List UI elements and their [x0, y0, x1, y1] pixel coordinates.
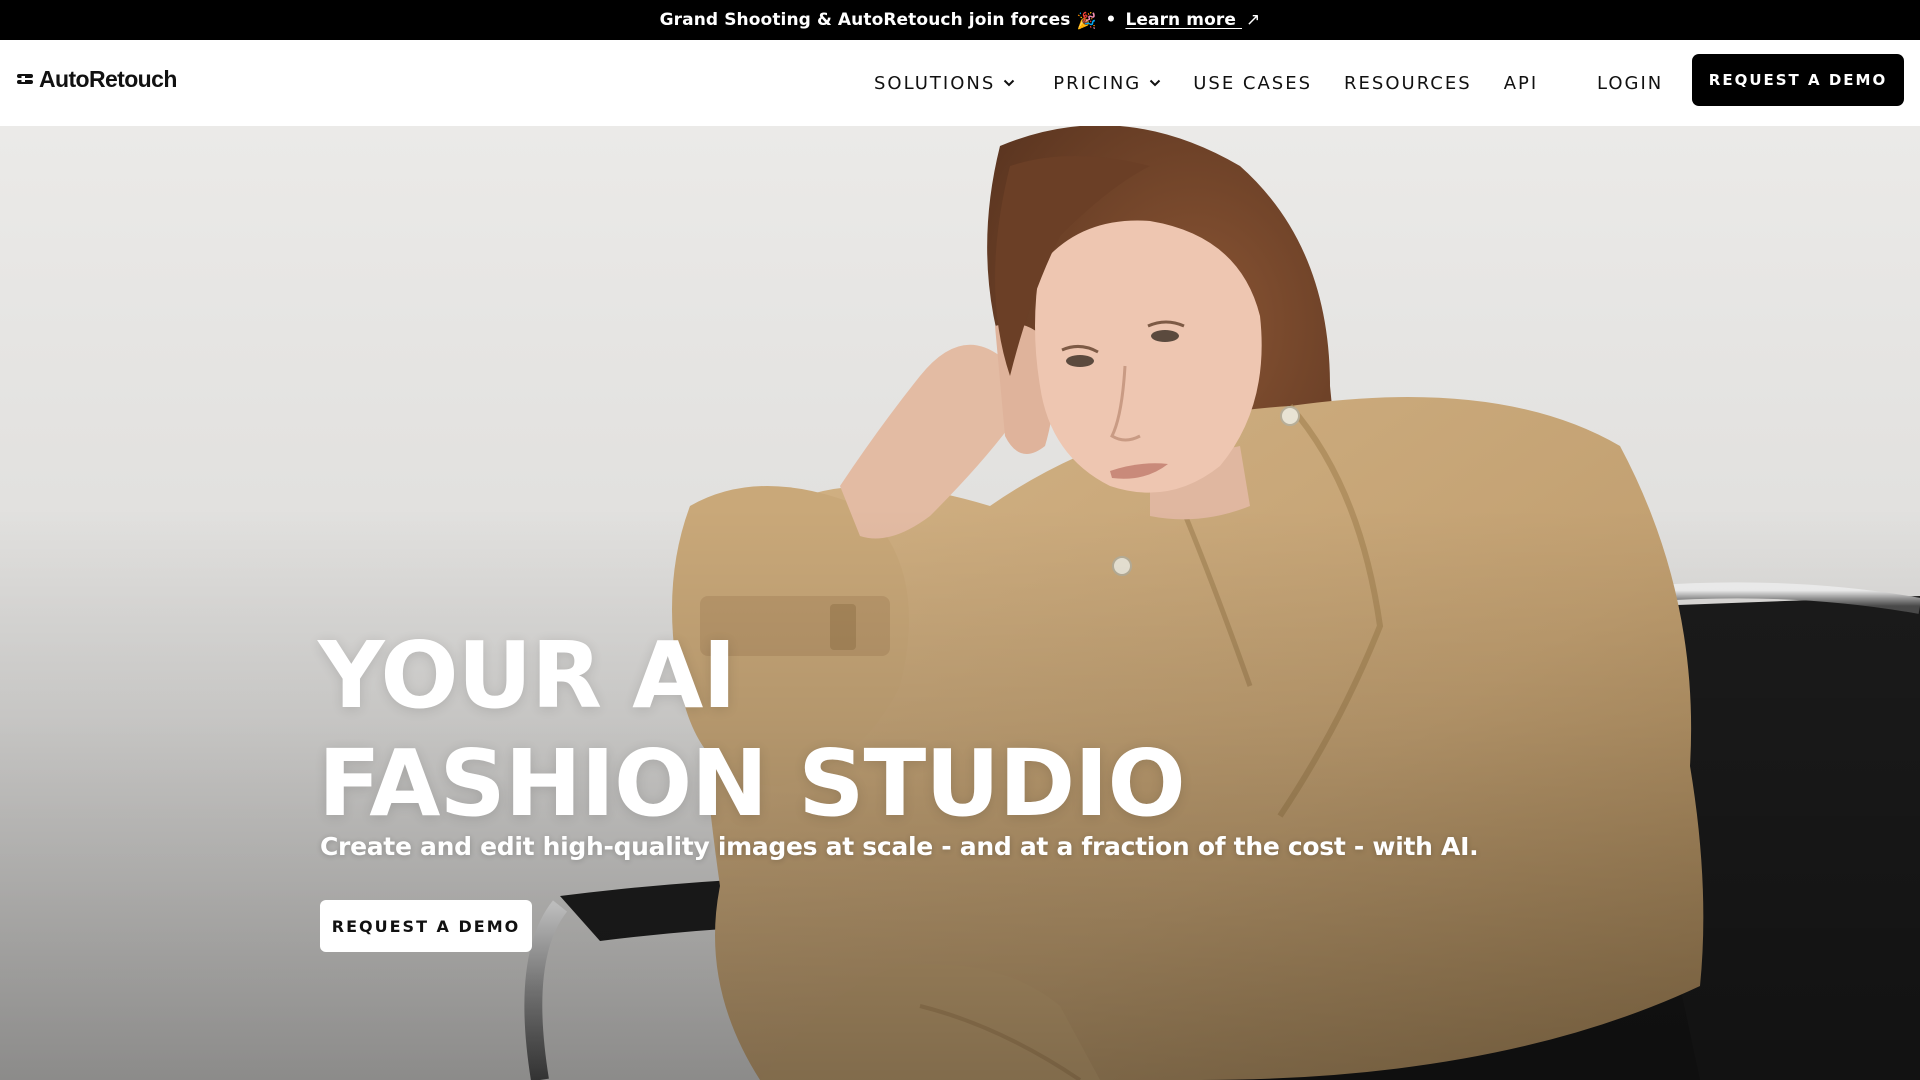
- hero-title-line-1: YOUR AI: [318, 622, 737, 729]
- login-link[interactable]: LOGIN: [1597, 40, 1663, 126]
- external-arrow-icon: ↗: [1246, 10, 1261, 30]
- chevron-down-icon: [1004, 79, 1015, 87]
- request-demo-button[interactable]: REQUEST A DEMO: [1692, 54, 1904, 106]
- nav-use-cases[interactable]: USE CASES: [1193, 73, 1312, 94]
- nav-solutions-label: SOLUTIONS: [874, 72, 996, 94]
- announcement-text: Grand Shooting & AutoRetouch join forces: [659, 10, 1071, 30]
- nav-pricing-label: PRICING: [1053, 72, 1142, 94]
- hero-request-demo-button[interactable]: REQUEST A DEMO: [320, 900, 532, 952]
- site-header: AutoRetouch SOLUTIONS PRICING USE CASES …: [0, 40, 1920, 126]
- hero-subtitle: Create and edit high-quality images at s…: [320, 832, 1479, 861]
- logo-link[interactable]: AutoRetouch: [16, 66, 177, 93]
- chevron-down-icon: [1150, 79, 1161, 87]
- announcement-bar: Grand Shooting & AutoRetouch join forces…: [0, 0, 1920, 40]
- logo-text: AutoRetouch: [39, 66, 177, 92]
- hero-title: YOUR AI FASHION STUDIO: [318, 622, 1186, 838]
- fashion-model-photo: [0, 126, 1920, 1080]
- party-popper-icon: 🎉: [1076, 10, 1097, 30]
- nav-resources[interactable]: RESOURCES: [1344, 73, 1472, 94]
- main-nav: SOLUTIONS PRICING USE CASES RESOURCES AP…: [874, 40, 1538, 126]
- learn-more-link[interactable]: Learn more ↗: [1125, 10, 1260, 30]
- hero-title-line-2: FASHION STUDIO: [318, 730, 1186, 837]
- hero-section: YOUR AI FASHION STUDIO Create and edit h…: [0, 126, 1920, 1080]
- nav-pricing[interactable]: PRICING: [1053, 73, 1161, 94]
- autoretouch-logo-icon: [17, 73, 33, 84]
- announcement-separator: •: [1105, 10, 1117, 30]
- nav-solutions[interactable]: SOLUTIONS: [874, 73, 1015, 94]
- nav-api[interactable]: API: [1504, 73, 1538, 94]
- learn-more-label: Learn more: [1125, 10, 1236, 30]
